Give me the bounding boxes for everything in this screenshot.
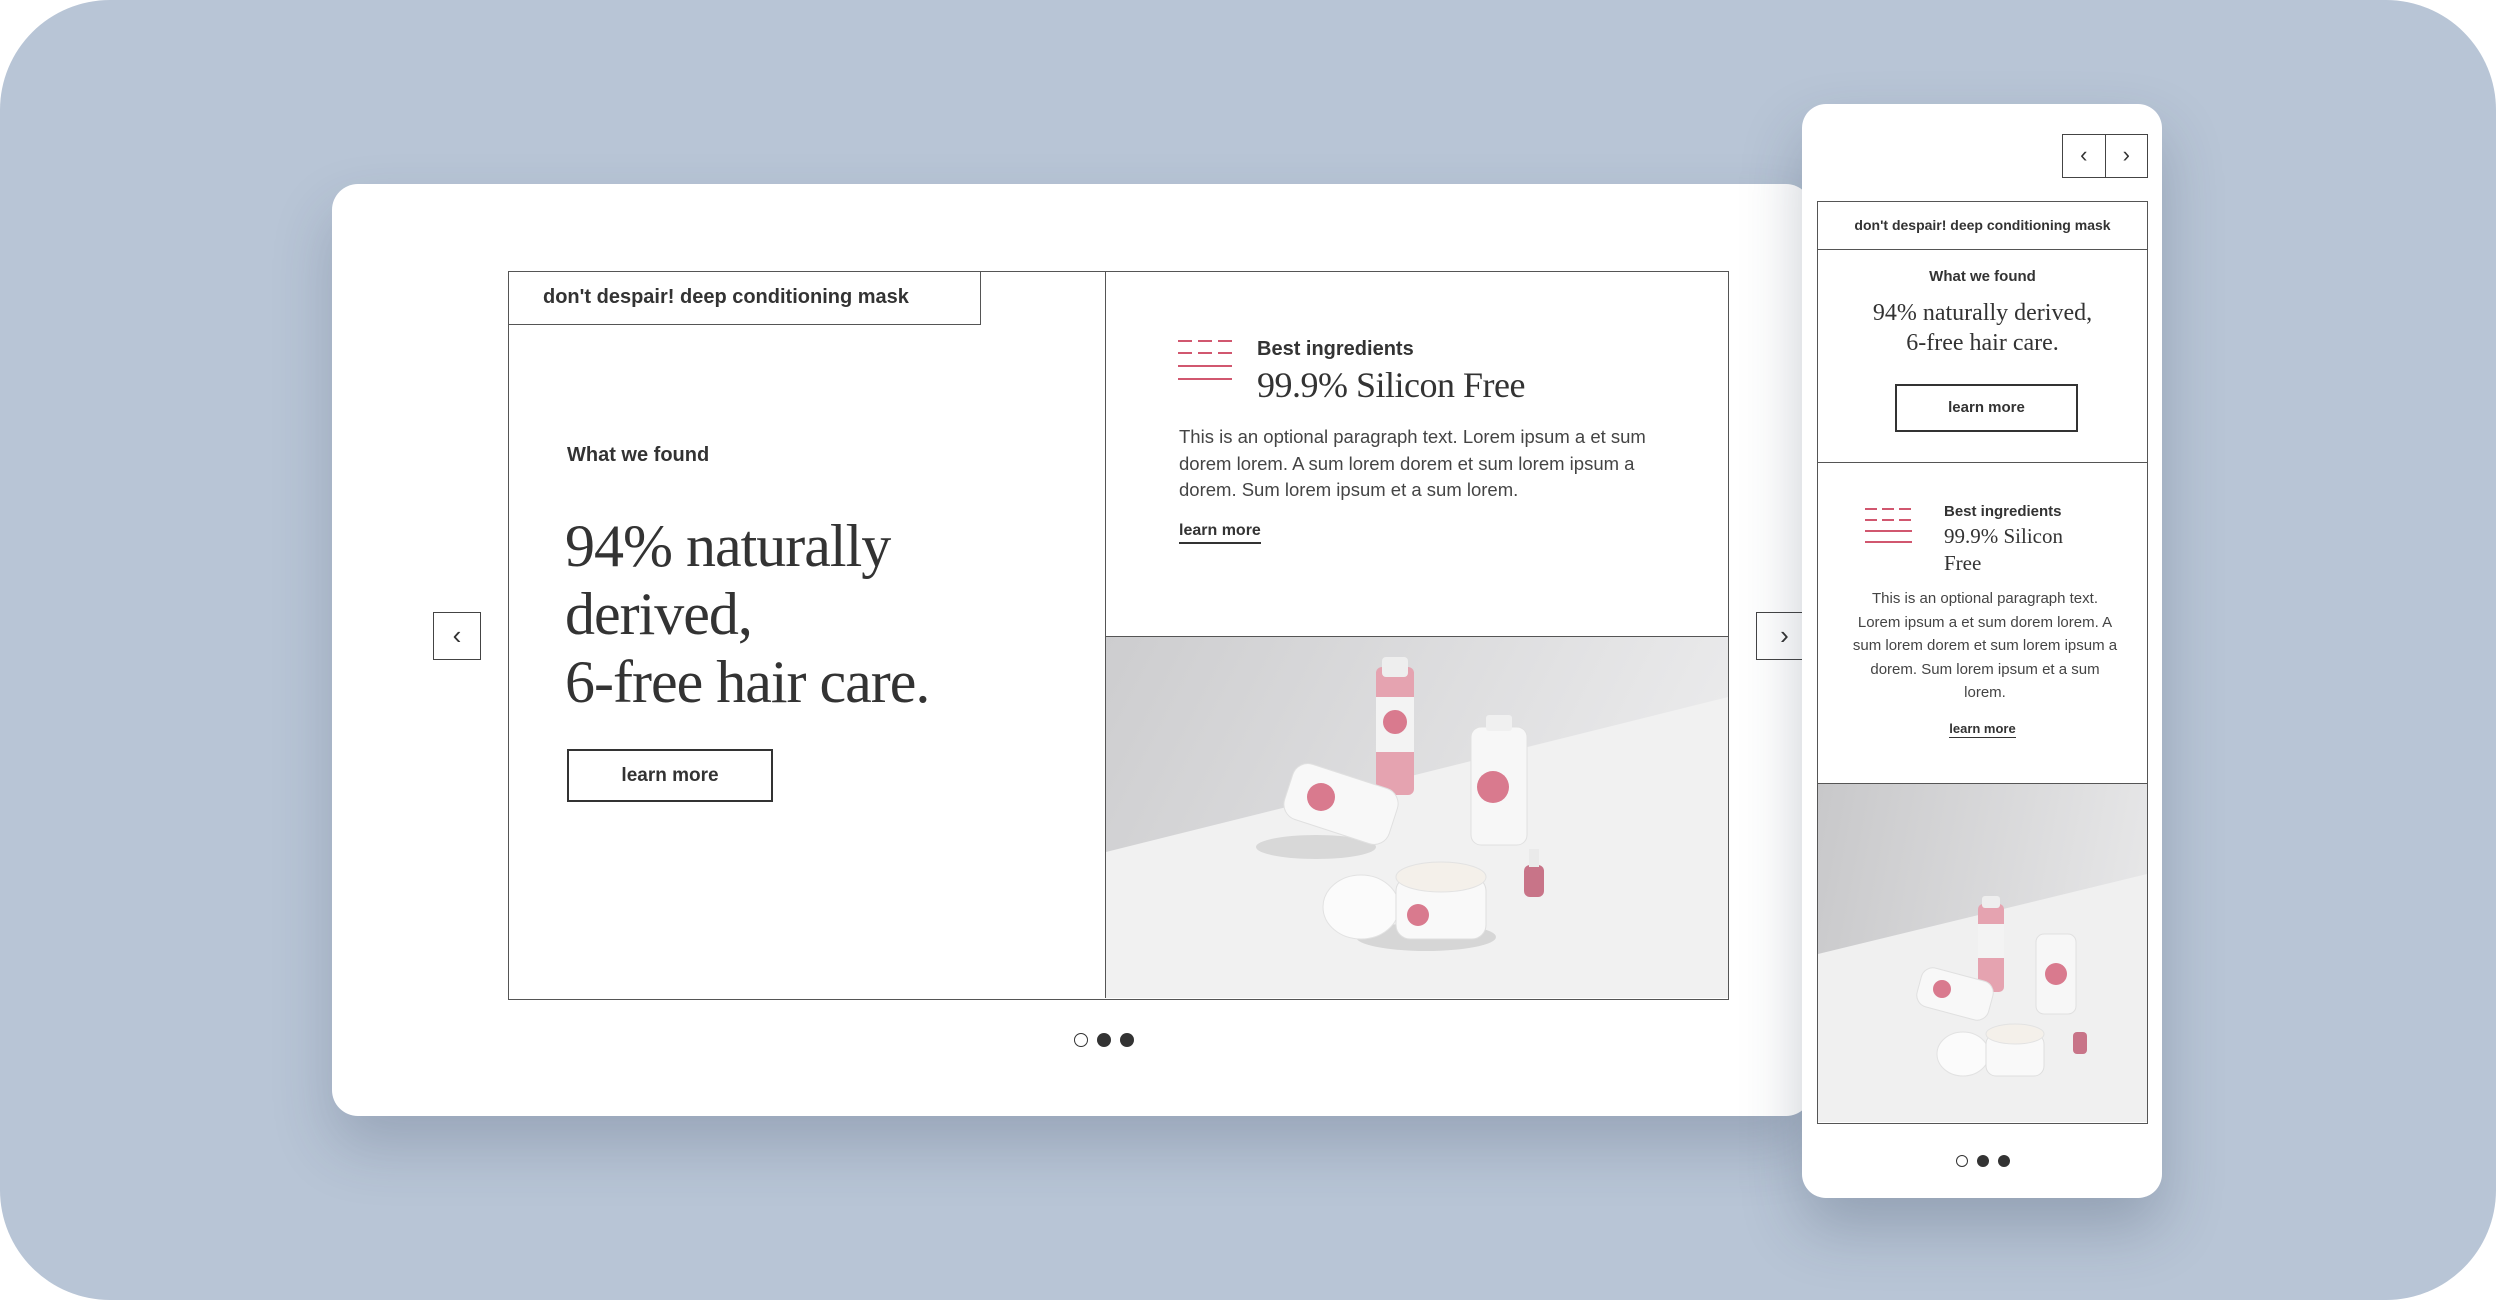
- chevron-right-icon: ›: [1780, 620, 1789, 650]
- carousel-slide: don't despair! deep conditioning mask Wh…: [508, 271, 1729, 1000]
- chevron-right-icon: ›: [2122, 142, 2130, 167]
- carousel-next-button[interactable]: ›: [2106, 135, 2148, 177]
- headline-line: 6-free hair care.: [565, 649, 930, 715]
- pagination-dot[interactable]: [1074, 1033, 1088, 1047]
- mobile-carousel-pagination: [1956, 1155, 2010, 1167]
- mobile-carousel-controls: ‹ ›: [2062, 134, 2148, 178]
- chevron-left-icon: ‹: [2080, 142, 2088, 167]
- pagination-dot[interactable]: [1956, 1155, 1968, 1167]
- pagination-dot[interactable]: [1097, 1033, 1111, 1047]
- slide-left-panel: don't despair! deep conditioning mask Wh…: [509, 272, 1106, 998]
- ingredient-label: Best ingredients: [1944, 503, 2062, 520]
- eyebrow-text: What we found: [567, 444, 710, 466]
- ingredient-panel: Best ingredients 99.9% Silicon Free This…: [1818, 462, 2147, 784]
- ingredient-title: 99.9% Silicon Free: [1257, 365, 1525, 405]
- pagination-dot[interactable]: [1120, 1033, 1134, 1047]
- mobile-preview-card: ‹ › don't despair! deep conditioning mas…: [1802, 104, 2162, 1198]
- desktop-preview-card: ‹ › don't despair! deep conditioning mas…: [332, 184, 1812, 1116]
- ingredient-paragraph: This is an optional paragraph text. Lore…: [1179, 426, 1646, 500]
- chevron-left-icon: ‹: [452, 620, 462, 650]
- product-photo: [1106, 637, 1728, 998]
- learn-more-button[interactable]: learn more: [567, 749, 773, 802]
- carousel-prev-button[interactable]: ‹: [433, 612, 481, 660]
- carousel-prev-button[interactable]: ‹: [2063, 135, 2106, 177]
- ingredient-paragraph: This is an optional paragraph text. Lore…: [1852, 590, 2118, 701]
- product-tag: don't despair! deep conditioning mask: [509, 272, 981, 325]
- ingredients-list-icon: [1865, 508, 1915, 548]
- eyebrow-text: What we found: [1929, 268, 2036, 285]
- mobile-carousel-slide: don't despair! deep conditioning mask Wh…: [1817, 201, 2148, 1124]
- ingredients-list-icon: [1178, 340, 1234, 386]
- headline-line: 94% naturally: [565, 513, 891, 579]
- headline: 94% naturally derived, 6-free hair care.: [565, 512, 1045, 716]
- pagination-dot[interactable]: [1998, 1155, 2010, 1167]
- pagination-dot[interactable]: [1977, 1155, 1989, 1167]
- headline-line: 94% naturally derived,: [1872, 300, 2093, 326]
- headline: 94% naturally derived, 6-free hair care.: [1818, 298, 2147, 358]
- learn-more-link[interactable]: learn more: [1179, 522, 1261, 544]
- ingredient-label: Best ingredients: [1257, 338, 1414, 360]
- headline-line: 6-free hair care.: [1906, 330, 2059, 356]
- learn-more-link-wrap: learn more: [1818, 720, 2147, 738]
- product-photo: [1818, 784, 2147, 1122]
- learn-more-link[interactable]: learn more: [1949, 721, 2016, 738]
- product-tag: don't despair! deep conditioning mask: [1818, 202, 2147, 250]
- ingredient-panel: Best ingredients 99.9% Silicon Free This…: [1106, 272, 1728, 637]
- learn-more-button[interactable]: learn more: [1895, 384, 2078, 432]
- ingredient-title: 99.9% Silicon Free: [1944, 524, 2063, 575]
- carousel-pagination: [1074, 1033, 1134, 1047]
- headline-line: derived,: [565, 581, 753, 647]
